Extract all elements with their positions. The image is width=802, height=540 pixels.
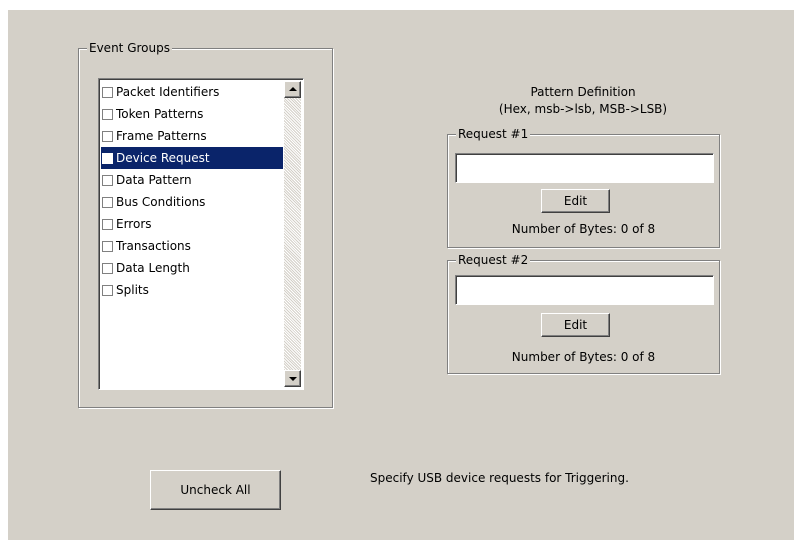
scroll-down-button[interactable] [284,370,301,387]
event-group-checkbox[interactable] [102,174,113,186]
arrow-down-icon [289,377,297,381]
event-group-label: Data Pattern [116,173,192,187]
event-group-checkbox[interactable] [102,108,113,120]
scroll-up-button[interactable] [284,81,301,98]
event-group-label: Transactions [116,239,191,253]
event-groups-listbox[interactable]: Packet Identifiers Token Patterns Frame Pa… [98,78,304,390]
event-group-checkbox[interactable] [102,152,113,164]
request2-input[interactable] [455,275,714,305]
event-group-checkbox[interactable] [102,196,113,208]
event-groups-list: Packet Identifiers Token Patterns Frame Pa… [101,81,283,301]
event-group-checkbox[interactable] [102,284,113,296]
event-group-item[interactable]: Data Length [101,257,283,279]
event-groups-scrollbar[interactable] [284,81,301,387]
request2-title: Request #2 [456,253,531,267]
request1-input[interactable] [455,153,714,183]
event-group-item[interactable]: Device Request [101,147,283,169]
request1-edit-button[interactable]: Edit [541,189,610,213]
event-group-item[interactable]: Token Patterns [101,103,283,125]
pattern-definition-line1: Pattern Definition [530,85,636,99]
request1-bytes-text: Number of Bytes: 0 of 8 [511,222,656,236]
event-group-checkbox[interactable] [102,240,113,252]
event-group-checkbox[interactable] [102,86,113,98]
event-group-item[interactable]: Frame Patterns [101,125,283,147]
event-groups-title: Event Groups [87,41,172,55]
event-group-label: Packet Identifiers [116,85,220,99]
event-group-item[interactable]: Splits [101,279,283,301]
event-group-item[interactable]: Bus Conditions [101,191,283,213]
event-group-item[interactable]: Data Pattern [101,169,283,191]
hint-text: Specify USB device requests for Triggeri… [370,471,629,485]
event-group-item[interactable]: Errors [101,213,283,235]
event-group-checkbox[interactable] [102,262,113,274]
event-group-checkbox[interactable] [102,218,113,230]
event-group-label: Errors [116,217,152,231]
event-group-label: Frame Patterns [116,129,207,143]
arrow-up-icon [289,87,297,91]
request2-edit-button[interactable]: Edit [541,313,610,337]
uncheck-all-button[interactable]: Uncheck All [150,470,281,510]
request2-bytes-text: Number of Bytes: 0 of 8 [511,350,656,364]
pattern-definition-title: Pattern Definition (Hex, msb->lsb, MSB->… [448,84,718,118]
event-group-checkbox[interactable] [102,130,113,142]
event-group-label: Data Length [116,261,190,275]
pattern-definition-line2: (Hex, msb->lsb, MSB->LSB) [498,102,668,116]
event-group-label: Token Patterns [116,107,204,121]
event-group-label: Splits [116,283,149,297]
event-group-label: Device Request [116,151,210,165]
event-group-item[interactable]: Packet Identifiers [101,81,283,103]
request1-title: Request #1 [456,127,531,141]
event-group-item[interactable]: Transactions [101,235,283,257]
trigger-panel: Event Groups Packet Identifiers Token Pat… [8,10,794,540]
event-group-label: Bus Conditions [116,195,206,209]
